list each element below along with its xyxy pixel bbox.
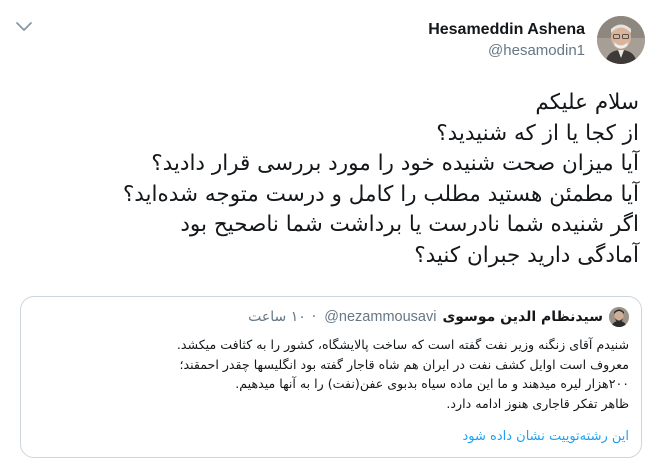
chevron-down-icon[interactable] (14, 18, 34, 34)
quoted-tweet-line: ظاهر تفکر قاجاری هنوز ادامه دارد. (446, 395, 629, 411)
quoted-tweet-header: ۱۰ ساعت · @nezammousavi سیدنظام الدین مو… (248, 307, 629, 327)
quoted-tweet-separator: · (311, 309, 317, 325)
tweet-line: از کجا یا از که شنیدید؟ (436, 120, 639, 146)
quoted-tweet-card[interactable]: ۱۰ ساعت · @nezammousavi سیدنظام الدین مو… (20, 296, 642, 458)
tweet-author-header: Hesameddin Ashena @hesamodin1 (428, 16, 645, 64)
quoted-author-avatar (609, 307, 629, 327)
quoted-tweet-line: ۲۰۰هزار لیره میدهند و ما این ماده سیاه ب… (235, 376, 629, 392)
tweet-line: آمادگی دارید جبران کنید؟ (414, 242, 639, 268)
quoted-tweet-display-name: سیدنظام الدین موسوی (442, 309, 603, 325)
tweet-line: آیا میزان صحت شنیده خود را مورد بررسی قر… (151, 151, 639, 176)
author-display-name[interactable]: Hesameddin Ashena (428, 20, 585, 40)
author-avatar[interactable] (597, 16, 645, 64)
quoted-tweet-text: شنیدم آقای زنگنه وزیر نفت گفته است که سا… (35, 335, 629, 413)
quoted-tweet-line: معروف است اوایل کشف نفت در ایران هم شاه … (179, 356, 629, 372)
tweet-line: سلام علیکم (535, 90, 639, 115)
quoted-tweet-line: شنیدم آقای زنگنه وزیر نفت گفته است که سا… (176, 337, 629, 352)
show-thread-link[interactable]: این رشته‌توییت نشان داده شود (463, 429, 629, 444)
tweet-text: سلام علیکم از کجا یا از که شنیدید؟ آیا م… (20, 88, 639, 271)
author-handle[interactable]: @hesamodin1 (428, 40, 585, 62)
quoted-tweet-handle: @nezammousavi (324, 309, 437, 325)
quoted-tweet-time[interactable]: ۱۰ ساعت (248, 309, 306, 325)
tweet-line: اگر شنیده شما نادرست یا برداشت شما ناصحی… (180, 212, 639, 237)
tweet-line: آیا مطمئن هستید مطلب را کامل و درست متوج… (122, 181, 639, 207)
author-names: Hesameddin Ashena @hesamodin1 (428, 16, 585, 62)
